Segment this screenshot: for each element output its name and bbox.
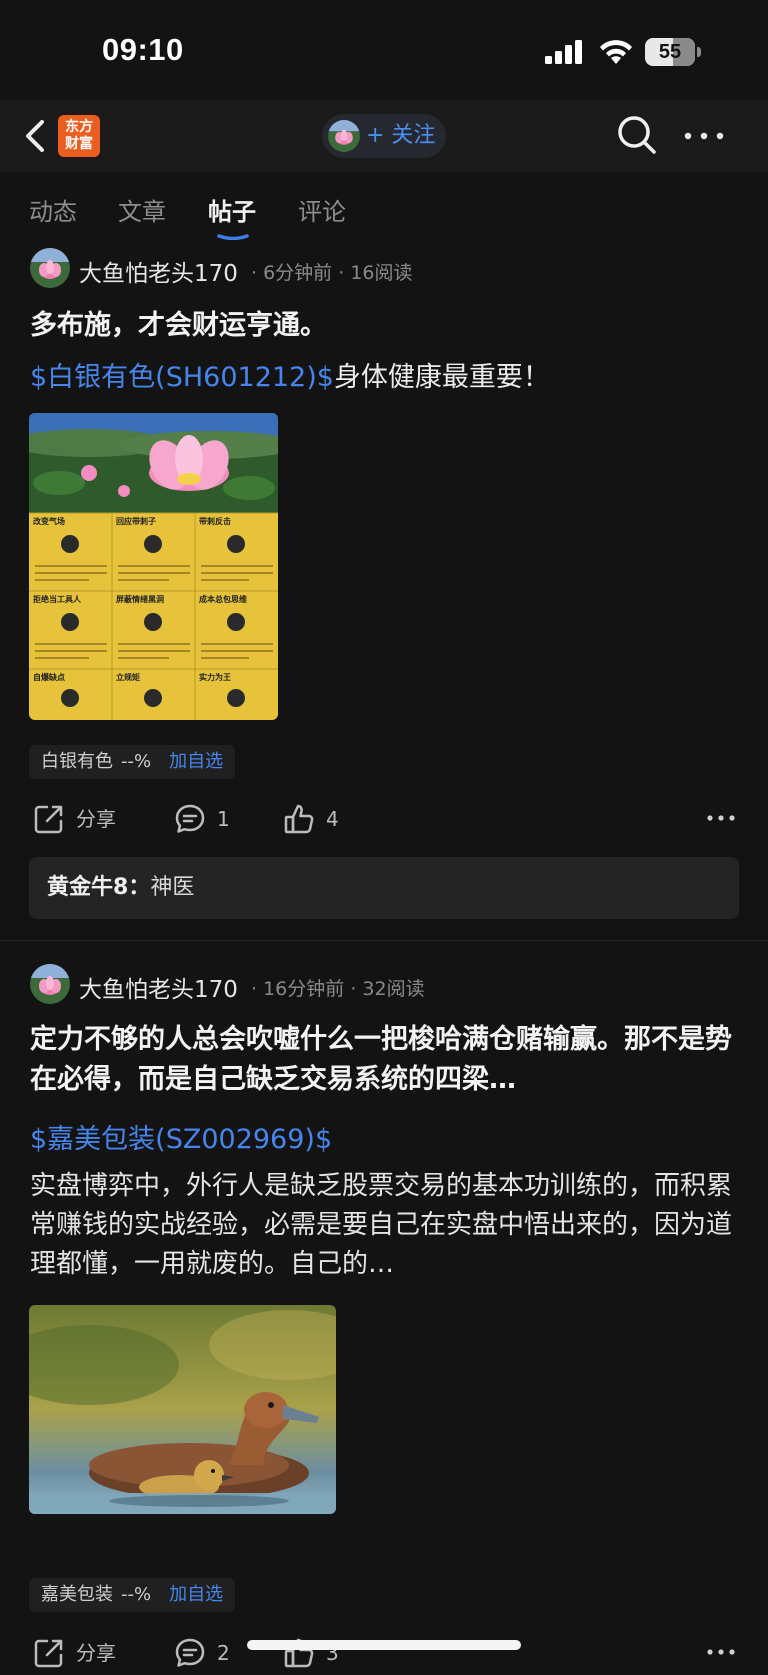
- follow-button[interactable]: + 关注: [322, 114, 446, 158]
- post-reads: 32阅读: [362, 978, 425, 1000]
- author-name[interactable]: 大鱼怕老头170: [79, 970, 238, 1004]
- infographic-cell-2: 回应带刺子: [116, 516, 156, 526]
- stock-link[interactable]: $白银有色(SH601212)$: [30, 362, 334, 393]
- comment-preview[interactable]: 黄金牛8：神医: [29, 857, 739, 919]
- comment-button[interactable]: 1: [174, 801, 254, 837]
- comment-text: 神医: [150, 875, 195, 900]
- post-reads: 16阅读: [350, 262, 413, 284]
- add-watchlist-button[interactable]: 加自选: [169, 1584, 223, 1605]
- battery-icon: 55: [645, 38, 701, 66]
- avatar: [328, 120, 360, 152]
- tab-posts[interactable]: 帖子: [208, 192, 256, 227]
- like-button[interactable]: 4: [283, 801, 363, 837]
- comment-button[interactable]: 2: [174, 1635, 254, 1671]
- post-actions: 分享 1 4: [0, 797, 768, 841]
- author-name[interactable]: 大鱼怕老头170: [79, 254, 238, 288]
- post-meta: · 16分钟前 · 32阅读: [251, 978, 425, 1000]
- post-image[interactable]: 改变气场 回应带刺子 带刺反击 拒绝当工具人 屏蔽情绪黑洞 成本总包思维 自爆缺…: [29, 413, 278, 720]
- post-body-text: 身体健康最重要！: [333, 362, 550, 393]
- infographic-cell-4: 拒绝当工具人: [33, 594, 82, 604]
- follow-label: + 关注: [366, 123, 436, 148]
- infographic-cell-8: 立规矩: [116, 672, 140, 682]
- cellular-signal-icon: [545, 40, 582, 64]
- add-watchlist-button[interactable]: 加自选: [169, 751, 223, 772]
- post-body: $白银有色(SH601212)$身体健康最重要！: [30, 358, 550, 398]
- infographic-cell-3: 带刺反击: [199, 516, 231, 526]
- nav-bar: 东方 财富 + 关注: [0, 100, 768, 172]
- duck-photo-image: [29, 1305, 336, 1514]
- comment-count: 1: [217, 807, 230, 831]
- active-tab-indicator: [217, 234, 249, 240]
- comment-icon: [175, 1638, 205, 1667]
- post-time: 16分钟前: [263, 978, 345, 1000]
- more-icon[interactable]: [706, 813, 736, 823]
- stock-chip-change: --%: [121, 751, 152, 772]
- infographic-cell-7: 自爆缺点: [33, 672, 65, 682]
- tab-articles[interactable]: 文章: [118, 192, 166, 227]
- share-button[interactable]: 分享: [33, 801, 123, 837]
- tab-comments[interactable]: 评论: [298, 192, 346, 227]
- comment-icon: [175, 804, 205, 833]
- back-icon[interactable]: [20, 116, 54, 156]
- stock-chip-name[interactable]: 白银有色: [41, 751, 113, 772]
- share-icon: [34, 1639, 63, 1668]
- post-divider: [0, 940, 768, 941]
- post-image[interactable]: [29, 1305, 336, 1514]
- stock-chip-change: --%: [121, 1584, 152, 1605]
- search-icon[interactable]: [616, 114, 658, 156]
- post-meta: · 6分钟前 · 16阅读: [251, 262, 413, 284]
- tab-dynamics[interactable]: 动态: [29, 192, 77, 227]
- stock-chip-name[interactable]: 嘉美包装: [41, 1584, 113, 1605]
- post-actions: 分享 2 3: [0, 1631, 768, 1675]
- status-bar: 09:10 55: [0, 0, 768, 100]
- post-title[interactable]: 定力不够的人总会吹嘘什么一把梭哈满仓赌输赢。那不是势在必得，而是自己缺乏交易系统…: [30, 1020, 750, 1100]
- lotus-infographic-image: 改变气场 回应带刺子 带刺反击 拒绝当工具人 屏蔽情绪黑洞 成本总包思维 自爆缺…: [29, 413, 278, 720]
- comment-count: 2: [217, 1641, 230, 1665]
- share-button[interactable]: 分享: [33, 1635, 123, 1671]
- stock-link[interactable]: $嘉美包装(SZ002969)$: [30, 1124, 332, 1155]
- wifi-icon: [600, 40, 632, 64]
- share-label: 分享: [76, 807, 116, 831]
- stock-chip[interactable]: 白银有色 --% 加自选: [29, 745, 236, 779]
- share-label: 分享: [76, 1641, 116, 1665]
- infographic-cell-9: 实力为王: [199, 672, 231, 682]
- like-count: 4: [326, 807, 339, 831]
- infographic-cell-1: 改变气场: [33, 516, 65, 526]
- more-icon[interactable]: [706, 1647, 736, 1657]
- more-icon[interactable]: [682, 122, 726, 150]
- status-time: 09:10: [102, 32, 184, 67]
- stock-link-line: $嘉美包装(SZ002969)$: [30, 1120, 332, 1160]
- avatar[interactable]: [30, 964, 70, 1004]
- post-title[interactable]: 多布施，才会财运亨通。: [30, 306, 750, 346]
- post-time: 6分钟前: [263, 262, 333, 284]
- post-body-text[interactable]: 实盘博弈中，外行人是缺乏股票交易的基本功训练的，而积累常赚钱的实战经验，必需是要…: [30, 1167, 740, 1284]
- battery-level: 55: [658, 41, 682, 63]
- logo-line-1: 东方: [65, 119, 93, 135]
- stock-chip[interactable]: 嘉美包装 --% 加自选: [29, 1578, 236, 1612]
- app-logo[interactable]: 东方 财富: [58, 115, 100, 157]
- like-icon: [284, 804, 314, 834]
- logo-line-2: 财富: [65, 136, 93, 152]
- avatar[interactable]: [30, 248, 70, 288]
- share-icon: [34, 805, 63, 834]
- infographic-cell-6: 成本总包思维: [199, 594, 247, 604]
- infographic-cell-5: 屏蔽情绪黑洞: [116, 594, 164, 604]
- comment-author[interactable]: 黄金牛8：: [47, 875, 150, 900]
- home-indicator[interactable]: [247, 1640, 521, 1650]
- tab-bar: 动态 文章 帖子 评论: [0, 172, 768, 242]
